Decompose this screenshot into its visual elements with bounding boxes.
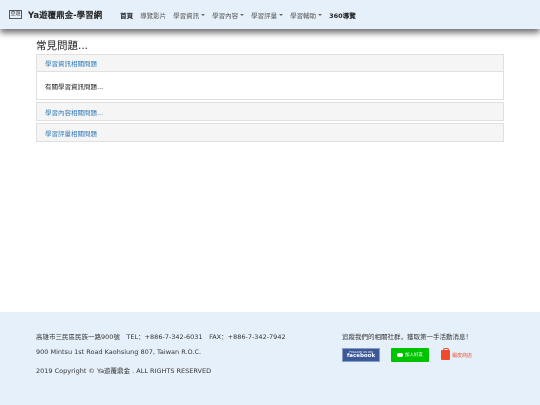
faq-accordion: 學習資訊相關問題 有關學習資訊問題... 學習內容相關問題... 學習評量相關問… [36,54,504,144]
nav-learning-info[interactable]: 學習資訊 [173,10,206,20]
shopping-bag-icon [441,348,450,360]
faq-header-learning-content[interactable]: 學習內容相關問題... [37,103,503,120]
facebook-button[interactable]: FOLLOW US ON facebook [342,348,380,362]
shopee-store-button[interactable]: 蝦皮商店 [441,348,479,362]
top-navbar: 亞遊 Ya遊覆鼎金-學習網 首頁 導覽影片 學習資訊 學習內容 學習評量 學習輔… [0,0,540,29]
nav-home[interactable]: 首頁 [120,10,133,20]
main-nav: 首頁 導覽影片 學習資訊 學習內容 學習評量 學習輔助 360導覽 [120,10,363,20]
footer-copyright: 2019 Copyright © Ya遊覆鼎金 . ALL RIGHTS RES… [36,367,212,375]
faq-body-learning-info: 有關學習資訊問題... [45,82,104,91]
faq-item-learning-content: 學習內容相關問題... [36,102,504,121]
faq-header-learning-info[interactable]: 學習資訊相關問題 [37,55,503,72]
site-logo-icon[interactable]: 亞遊 [9,10,22,19]
faq-item-learning-assessment: 學習評量相關問題 [36,123,504,142]
nav-learning-support[interactable]: 學習輔助 [290,10,323,20]
nav-learning-content[interactable]: 學習內容 [212,10,245,20]
chevron-down-icon [318,13,323,16]
chevron-down-icon [279,13,284,16]
social-prompt: 追蹤我們的相關社群，獲取第一手活動消息！ [342,333,472,341]
nav-360-tour[interactable]: 360導覽 [329,10,356,20]
line-add-friend-button[interactable]: 加入好友 [391,348,429,362]
facebook-label: facebook [346,352,376,359]
shopee-label: 蝦皮商店 [452,352,473,359]
footer-address-en: 900 Mintsu 1st Road Kaohsiung 807, Taiwa… [36,348,202,356]
nav-learning-assessment[interactable]: 學習評量 [251,10,284,20]
chevron-down-icon [201,13,206,16]
line-label: 加入好友 [405,353,423,358]
faq-item-learning-info: 學習資訊相關問題 有關學習資訊問題... [36,54,504,100]
line-icon [397,353,403,357]
site-brand[interactable]: Ya遊覆鼎金-學習網 [28,9,102,21]
nav-video-tour[interactable]: 導覽影片 [140,10,166,20]
faq-header-learning-assessment[interactable]: 學習評量相關問題 [37,124,503,141]
chevron-down-icon [240,13,245,16]
footer-address-zh: 高雄市三民區民族一路900號 TEL：+886-7-342-6031 FAX：+… [36,333,286,341]
page-title: 常見問題... [36,40,89,52]
